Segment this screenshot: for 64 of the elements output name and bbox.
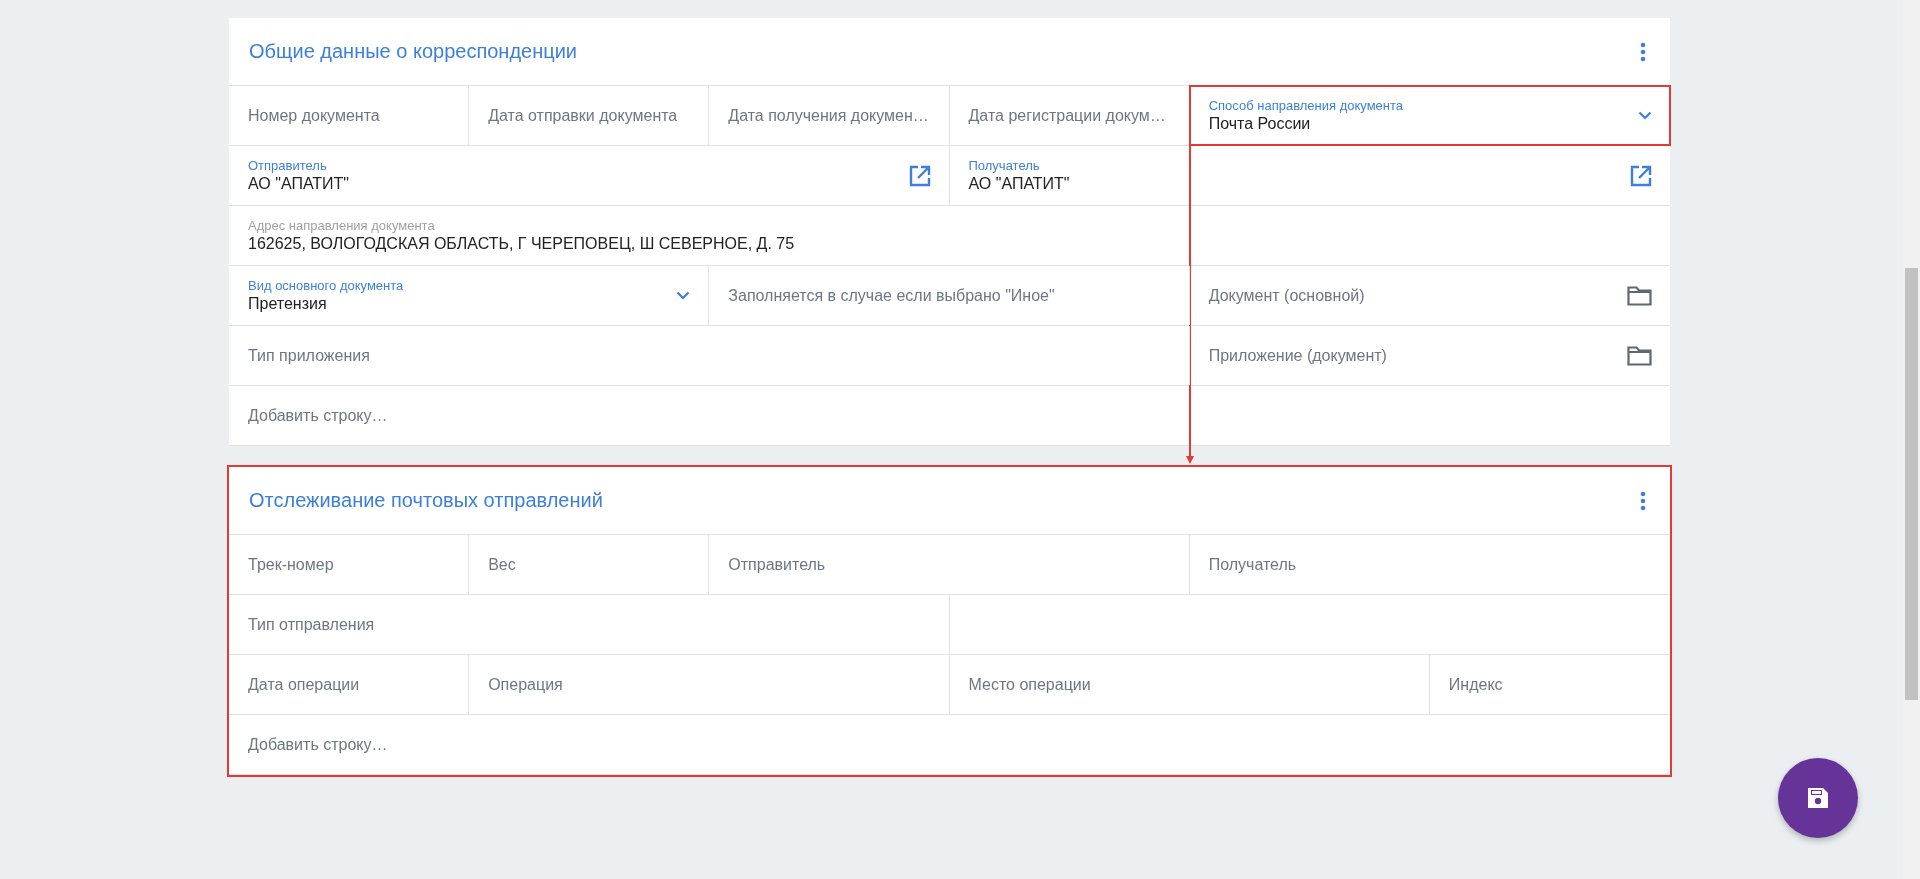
section-title: Отслеживание почтовых отправлений <box>249 489 603 512</box>
field-label: Добавить строку… <box>248 735 388 754</box>
chevron-down-icon[interactable] <box>676 291 691 300</box>
chevron-down-icon[interactable] <box>1638 111 1652 120</box>
form-field[interactable]: Способ направления документа Почта России <box>1189 86 1670 145</box>
field-label: Операция <box>488 675 563 694</box>
save-button[interactable] <box>1778 758 1858 838</box>
field-label: Место операции <box>968 675 1091 694</box>
field-label: Тип отправления <box>248 615 375 634</box>
field-label: Тип приложения <box>248 346 370 365</box>
field-label: Трек-номер <box>248 555 334 574</box>
form-field[interactable]: Операция <box>469 655 950 714</box>
add-row-link[interactable]: Добавить строку… <box>229 386 1670 445</box>
form-field[interactable]: Трек-номер <box>229 535 470 594</box>
form-field[interactable]: Получатель АО "АПАТИТ" <box>949 146 1670 205</box>
field-label: Документ (основной) <box>1208 286 1365 305</box>
form-field[interactable]: Вес <box>469 535 710 594</box>
form-field[interactable]: Дата операции <box>229 655 470 714</box>
folder-icon[interactable] <box>1627 345 1652 366</box>
field-label: Вид основного документа <box>248 278 404 293</box>
field-label: Добавить строку… <box>248 406 388 425</box>
field-label: Приложение (документ) <box>1208 346 1387 365</box>
form-field[interactable]: Отправитель АО "АПАТИТ" <box>229 146 950 205</box>
field-label: Вес <box>488 555 516 574</box>
form-field[interactable]: Место операции <box>949 655 1430 714</box>
form-field[interactable]: Получатель <box>1189 535 1670 594</box>
field-label: Заполняется в случае если выбрано "Иное" <box>728 286 1055 305</box>
form-field[interactable]: Индекс <box>1429 655 1670 714</box>
field-label: Дата получения докумен… <box>728 106 929 125</box>
form-field[interactable]: Отправитель <box>709 535 1190 594</box>
field-label: Дата регистрации докум… <box>968 106 1166 125</box>
form-field[interactable]: Заполняется в случае если выбрано "Иное" <box>709 266 1190 325</box>
field-label: Дата отправки документа <box>488 106 678 125</box>
field-value: АО "АПАТИТ" <box>968 175 1070 193</box>
form-field[interactable]: Документ (основной) <box>1189 266 1670 325</box>
field-label: Получатель <box>1208 555 1297 574</box>
folder-icon[interactable] <box>1627 285 1652 306</box>
field-label: Номер документа <box>248 106 380 125</box>
field-label: Индекс <box>1448 675 1503 694</box>
form-field[interactable]: Дата отправки документа <box>469 86 710 145</box>
field-value: Претензия <box>248 295 328 313</box>
more-icon[interactable] <box>1640 41 1646 62</box>
scrollbar[interactable] <box>1903 0 1920 879</box>
form-field[interactable]: Тип приложения <box>229 326 1190 385</box>
form-field[interactable]: Вид основного документа Претензия <box>229 266 710 325</box>
form-field[interactable]: Дата получения докумен… <box>709 86 950 145</box>
more-icon[interactable] <box>1640 490 1646 511</box>
form-field[interactable]: Номер документа <box>229 86 470 145</box>
external-link-icon[interactable] <box>1630 164 1652 187</box>
field-label: Дата операции <box>248 675 360 694</box>
field-label: Получатель <box>968 158 1041 173</box>
field-label: Отправитель <box>728 555 826 574</box>
add-row-link[interactable]: Добавить строку… <box>229 715 1670 774</box>
form-field[interactable]: Приложение (документ) <box>1189 326 1670 385</box>
field-value: АО "АПАТИТ" <box>248 175 350 193</box>
field-label: Адрес направления документа <box>248 218 436 233</box>
field-value: Почта России <box>1208 115 1312 133</box>
external-link-icon[interactable] <box>908 164 931 187</box>
form-field[interactable]: Дата регистрации докум… <box>949 86 1190 145</box>
field-label: Отправитель <box>248 158 328 173</box>
field-value: 162625, ВОЛОГОДСКАЯ ОБЛАСТЬ, Г ЧЕРЕПОВЕЦ, Ш СЕВЕРНОЕ, Д. 75 <box>248 235 795 253</box>
section-title: Общие данные о корреспонденции <box>249 40 578 63</box>
form-field[interactable]: Тип отправления <box>229 595 950 654</box>
field-label: Способ направления документа <box>1208 98 1404 113</box>
